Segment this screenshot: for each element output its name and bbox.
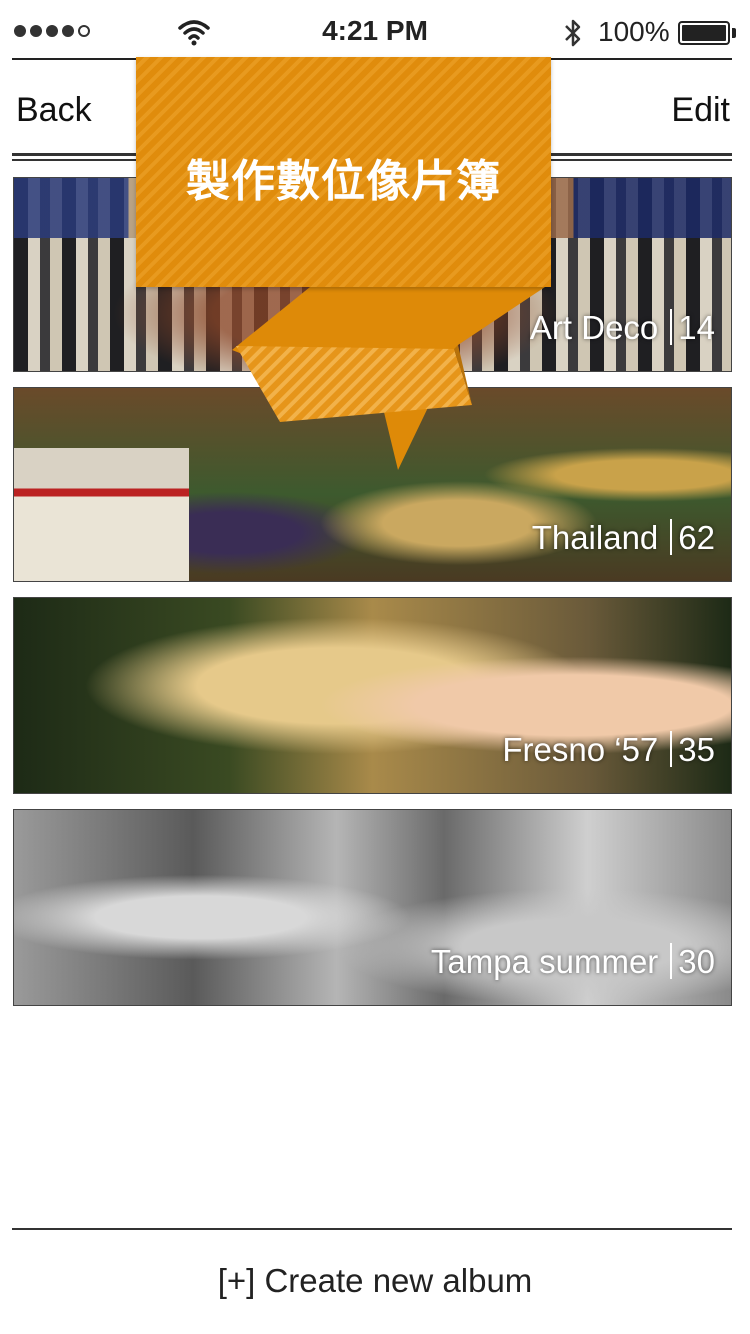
album-name: Thailand [531, 519, 659, 556]
battery-tip [732, 28, 736, 38]
create-new-album-button[interactable]: [+] Create new album [0, 1262, 750, 1300]
album-item-fresno[interactable]: Fresno ‘57 35 [13, 597, 732, 794]
battery-icon [678, 21, 730, 45]
promo-banner[interactable]: 製作數位像片簿 [136, 57, 551, 287]
album-caption: Art Deco 14 [530, 309, 715, 347]
album-name: Fresno ‘57 [502, 731, 659, 768]
edit-button[interactable]: Edit [671, 91, 730, 130]
album-count: 62 [678, 519, 715, 556]
battery-percent: 100% [598, 16, 670, 47]
album-item-tampa-summer[interactable]: Tampa summer 30 [13, 809, 732, 1006]
album-name: Art Deco [529, 309, 659, 346]
divider [12, 1228, 732, 1230]
bluetooth-icon [565, 19, 581, 47]
album-caption: Tampa summer 30 [431, 943, 715, 981]
album-caption: Fresno ‘57 35 [502, 731, 715, 769]
album-name: Tampa summer [430, 943, 659, 980]
back-button[interactable]: Back [16, 91, 92, 130]
status-bar: 4:21 PM 100% [0, 0, 750, 58]
album-count: 14 [678, 309, 715, 346]
album-count: 30 [678, 943, 715, 980]
album-count: 35 [678, 731, 715, 768]
album-item-thailand[interactable]: Thailand 62 [13, 387, 732, 582]
album-caption: Thailand 62 [532, 519, 715, 557]
promo-title: 製作數位像片簿 [186, 156, 501, 207]
